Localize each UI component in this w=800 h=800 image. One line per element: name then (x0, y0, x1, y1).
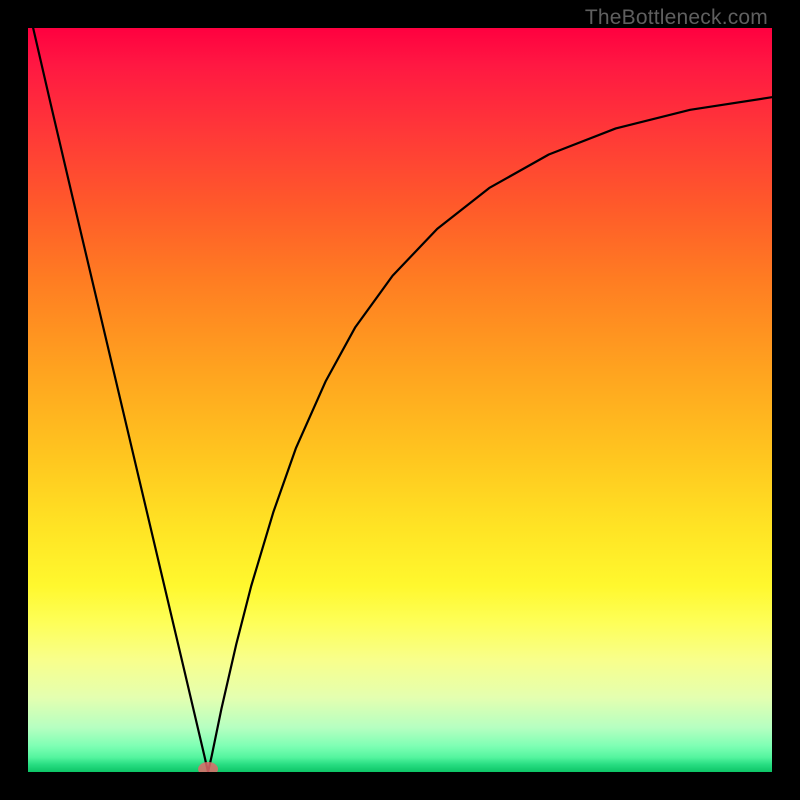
watermark-text: TheBottleneck.com (585, 6, 768, 30)
plot-area (28, 28, 772, 772)
bottleneck-curve (28, 28, 772, 772)
notch-marker (198, 762, 218, 772)
chart-svg (28, 28, 772, 772)
chart-frame: TheBottleneck.com (0, 0, 800, 800)
